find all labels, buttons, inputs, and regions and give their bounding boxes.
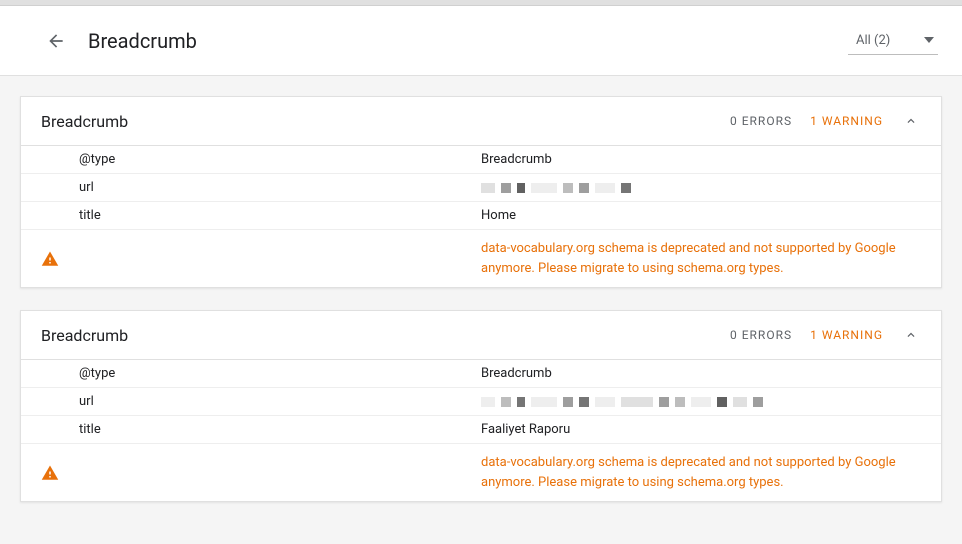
property-value: Breadcrumb bbox=[481, 366, 941, 381]
result-card: Breadcrumb 0 ERRORS 1 WARNING @type Brea… bbox=[20, 96, 942, 288]
property-value-redacted bbox=[481, 397, 941, 407]
property-key: title bbox=[21, 208, 481, 223]
warning-icon bbox=[41, 250, 59, 268]
warnings-count: 1 WARNING bbox=[810, 114, 883, 128]
back-button[interactable] bbox=[44, 29, 68, 53]
warnings-count: 1 WARNING bbox=[810, 328, 883, 342]
property-value: Home bbox=[481, 208, 941, 223]
property-value: Faaliyet Raporu bbox=[481, 422, 941, 437]
errors-count: 0 ERRORS bbox=[730, 114, 792, 128]
page-header: Breadcrumb All (2) bbox=[0, 6, 962, 76]
warning-message: data-vocabulary.org schema is deprecated… bbox=[481, 447, 941, 498]
chevron-up-icon bbox=[904, 114, 918, 128]
card-title: Breadcrumb bbox=[41, 326, 730, 345]
chevron-up-icon bbox=[904, 328, 918, 342]
card-header[interactable]: Breadcrumb 0 ERRORS 1 WARNING bbox=[21, 97, 941, 146]
property-key: url bbox=[21, 394, 481, 409]
property-row: @type Breadcrumb bbox=[21, 360, 941, 388]
warning-message: data-vocabulary.org schema is deprecated… bbox=[481, 233, 941, 284]
property-row: title Home bbox=[21, 202, 941, 230]
property-row: url bbox=[21, 174, 941, 202]
property-key: @type bbox=[21, 152, 481, 167]
result-card: Breadcrumb 0 ERRORS 1 WARNING @type Brea… bbox=[20, 310, 942, 502]
property-key: url bbox=[21, 180, 481, 195]
card-header[interactable]: Breadcrumb 0 ERRORS 1 WARNING bbox=[21, 311, 941, 360]
property-value: Breadcrumb bbox=[481, 152, 941, 167]
filter-label: All (2) bbox=[856, 33, 890, 48]
property-key: @type bbox=[21, 366, 481, 381]
property-value-redacted bbox=[481, 183, 941, 193]
caret-down-icon bbox=[924, 37, 934, 43]
property-row: @type Breadcrumb bbox=[21, 146, 941, 174]
card-title: Breadcrumb bbox=[41, 112, 730, 131]
collapse-toggle[interactable] bbox=[901, 111, 921, 131]
filter-dropdown[interactable]: All (2) bbox=[848, 27, 938, 55]
property-key: title bbox=[21, 422, 481, 437]
errors-count: 0 ERRORS bbox=[730, 328, 792, 342]
warning-row: data-vocabulary.org schema is deprecated… bbox=[21, 230, 941, 287]
arrow-left-icon bbox=[46, 31, 66, 51]
warning-row: data-vocabulary.org schema is deprecated… bbox=[21, 444, 941, 501]
page-title: Breadcrumb bbox=[88, 29, 848, 53]
property-row: title Faaliyet Raporu bbox=[21, 416, 941, 444]
property-row: url bbox=[21, 388, 941, 416]
collapse-toggle[interactable] bbox=[901, 325, 921, 345]
warning-icon bbox=[41, 464, 59, 482]
